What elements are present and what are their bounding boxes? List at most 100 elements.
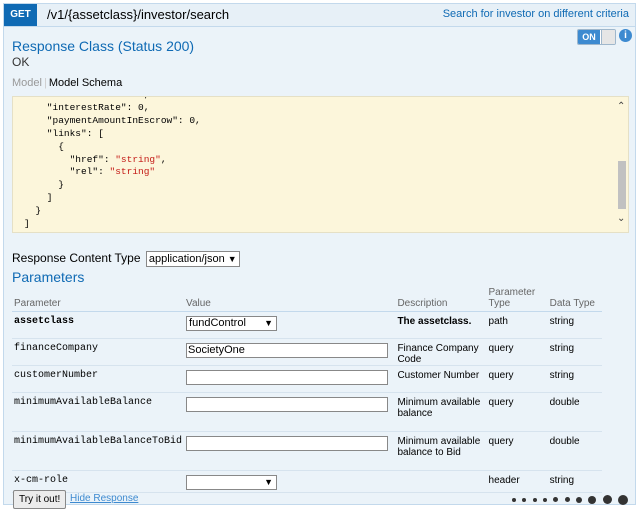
- scroll-down-icon[interactable]: ⌄: [617, 213, 625, 224]
- param-data-type: double: [547, 431, 602, 471]
- param-type: query: [486, 431, 548, 471]
- content-type-label: Response Content Type: [12, 251, 141, 266]
- col-header-data-type: Data Type: [547, 287, 602, 312]
- on-off-toggle[interactable]: ON: [577, 29, 616, 45]
- param-description: Customer Number: [395, 365, 487, 393]
- dot-icon: [575, 496, 582, 503]
- col-header-parameter: Parameter: [12, 287, 185, 312]
- dot-icon: [618, 494, 628, 505]
- code-line: ]: [24, 218, 30, 230]
- param-name: minimumAvailableBalance: [12, 392, 185, 432]
- code-line: "links": [: [24, 127, 104, 139]
- toggle-on-label: ON: [578, 30, 600, 44]
- param-data-type: string: [547, 470, 602, 493]
- param-input[interactable]: SocietyOne: [186, 343, 389, 358]
- code-line: }: [24, 205, 42, 217]
- param-description: Minimum available balance: [395, 392, 487, 432]
- param-description: Minimum available balance to Bid: [395, 431, 487, 471]
- code-line: "paymentAmountInEscrow": 0,: [24, 114, 201, 126]
- param-data-type: double: [547, 392, 602, 432]
- code-line: "rel": "string": [24, 166, 156, 178]
- endpoint-summary-link[interactable]: Search for investor on different criteri…: [443, 8, 629, 20]
- param-description: [395, 470, 487, 493]
- table-row: minimumAvailableBalanceToBid Minimum avai…: [12, 431, 602, 471]
- param-input[interactable]: [186, 397, 389, 412]
- param-name: assetclass: [12, 311, 185, 339]
- table-row: customerNumber Customer Number query string: [12, 365, 602, 393]
- parameters-title: Parameters: [12, 269, 85, 285]
- endpoint-path[interactable]: /v1/{assetclass}/investor/search: [47, 7, 229, 22]
- code-line: "interestRate": 0,: [24, 101, 150, 113]
- chevron-down-icon: ▼: [264, 477, 274, 487]
- scroll-up-icon[interactable]: ⌃: [617, 101, 625, 112]
- param-data-type: string: [547, 311, 602, 339]
- code-scrollbar[interactable]: ⌃ ⌄: [616, 97, 628, 232]
- param-select[interactable]: fundControl ▼: [186, 316, 278, 331]
- param-value-cell: ▼: [184, 470, 396, 493]
- table-header-row: Parameter Value Description Parameter Ty…: [12, 287, 602, 312]
- param-value-cell: [184, 431, 396, 471]
- tab-model-schema[interactable]: Model Schema: [49, 77, 122, 89]
- param-type: query: [486, 392, 548, 432]
- param-data-type: string: [547, 338, 602, 366]
- response-content-type: Response Content Type application/json ▼: [12, 251, 240, 267]
- param-type: query: [486, 365, 548, 393]
- pagination-dots: [509, 492, 628, 506]
- table-row: x-cm-role ▼ header string: [12, 470, 602, 493]
- param-input[interactable]: [186, 370, 389, 385]
- param-value-cell: SocietyOne: [184, 338, 396, 366]
- param-input[interactable]: [186, 436, 389, 451]
- table-row: assetclass fundControl ▼ The assetclass. pat…: [12, 311, 602, 339]
- param-select-value: fundControl: [189, 317, 246, 329]
- tab-model[interactable]: Model: [12, 77, 42, 89]
- info-icon[interactable]: i: [619, 29, 632, 42]
- param-value-cell: [184, 365, 396, 393]
- param-description: Finance Company Code: [395, 338, 487, 366]
- code-string: "string": [115, 153, 161, 165]
- tab-separator: |: [43, 77, 47, 89]
- param-name: customerNumber: [12, 365, 185, 393]
- model-tabs: Model | Model Schema: [12, 77, 122, 89]
- scroll-thumb[interactable]: [618, 161, 626, 209]
- dot-icon: [564, 497, 570, 503]
- parameters-table: Parameter Value Description Parameter Ty…: [12, 287, 602, 493]
- response-status-text: OK: [12, 55, 30, 69]
- code-line: {: [24, 140, 64, 152]
- param-type: header: [486, 470, 548, 493]
- dot-icon: [602, 495, 612, 505]
- content-type-select[interactable]: application/json ▼: [145, 251, 240, 267]
- dot-icon: [522, 497, 527, 502]
- param-name: financeCompany: [12, 338, 185, 366]
- dot-icon: [553, 497, 559, 503]
- table-row: financeCompany SocietyOne Finance Company …: [12, 338, 602, 366]
- param-name: minimumAvailableBalanceToBid: [12, 431, 185, 471]
- code-line: "href": "string",: [24, 153, 167, 165]
- try-it-out-button[interactable]: Try it out!: [13, 490, 67, 509]
- model-schema-code[interactable]: "interestRate": 0, "interestRate": 0, "p…: [12, 96, 629, 233]
- dot-icon: [588, 495, 597, 504]
- code-line: ]: [24, 192, 53, 204]
- param-description: The assetclass.: [395, 311, 487, 339]
- http-method-badge[interactable]: GET: [4, 4, 37, 26]
- toggle-knob: [601, 30, 615, 44]
- col-header-parameter-type: Parameter Type: [486, 287, 548, 312]
- col-header-value: Value: [184, 287, 396, 312]
- col-header-description: Description: [395, 287, 487, 312]
- param-select[interactable]: ▼: [186, 475, 278, 490]
- chevron-down-icon: ▼: [264, 318, 274, 328]
- model-schema-text: "interestRate": 0, "interestRate": 0, "p…: [24, 97, 201, 231]
- param-type: path: [486, 311, 548, 339]
- param-value-cell: fundControl ▼: [184, 311, 396, 339]
- dot-icon: [511, 497, 516, 502]
- code-line: }: [24, 179, 64, 191]
- param-value-cell: [184, 392, 396, 432]
- dot-icon: [542, 497, 547, 502]
- endpoint-header[interactable]: GET /v1/{assetclass}/investor/search Sea…: [4, 4, 635, 27]
- code-string: "string": [109, 166, 156, 178]
- endpoint-panel: GET /v1/{assetclass}/investor/search Sea…: [3, 3, 636, 509]
- param-data-type: string: [547, 365, 602, 393]
- hide-response-link[interactable]: Hide Response: [70, 493, 138, 504]
- chevron-down-icon: ▼: [227, 254, 237, 264]
- response-class-title: Response Class (Status 200): [12, 38, 195, 54]
- table-row: minimumAvailableBalance Minimum available…: [12, 392, 602, 432]
